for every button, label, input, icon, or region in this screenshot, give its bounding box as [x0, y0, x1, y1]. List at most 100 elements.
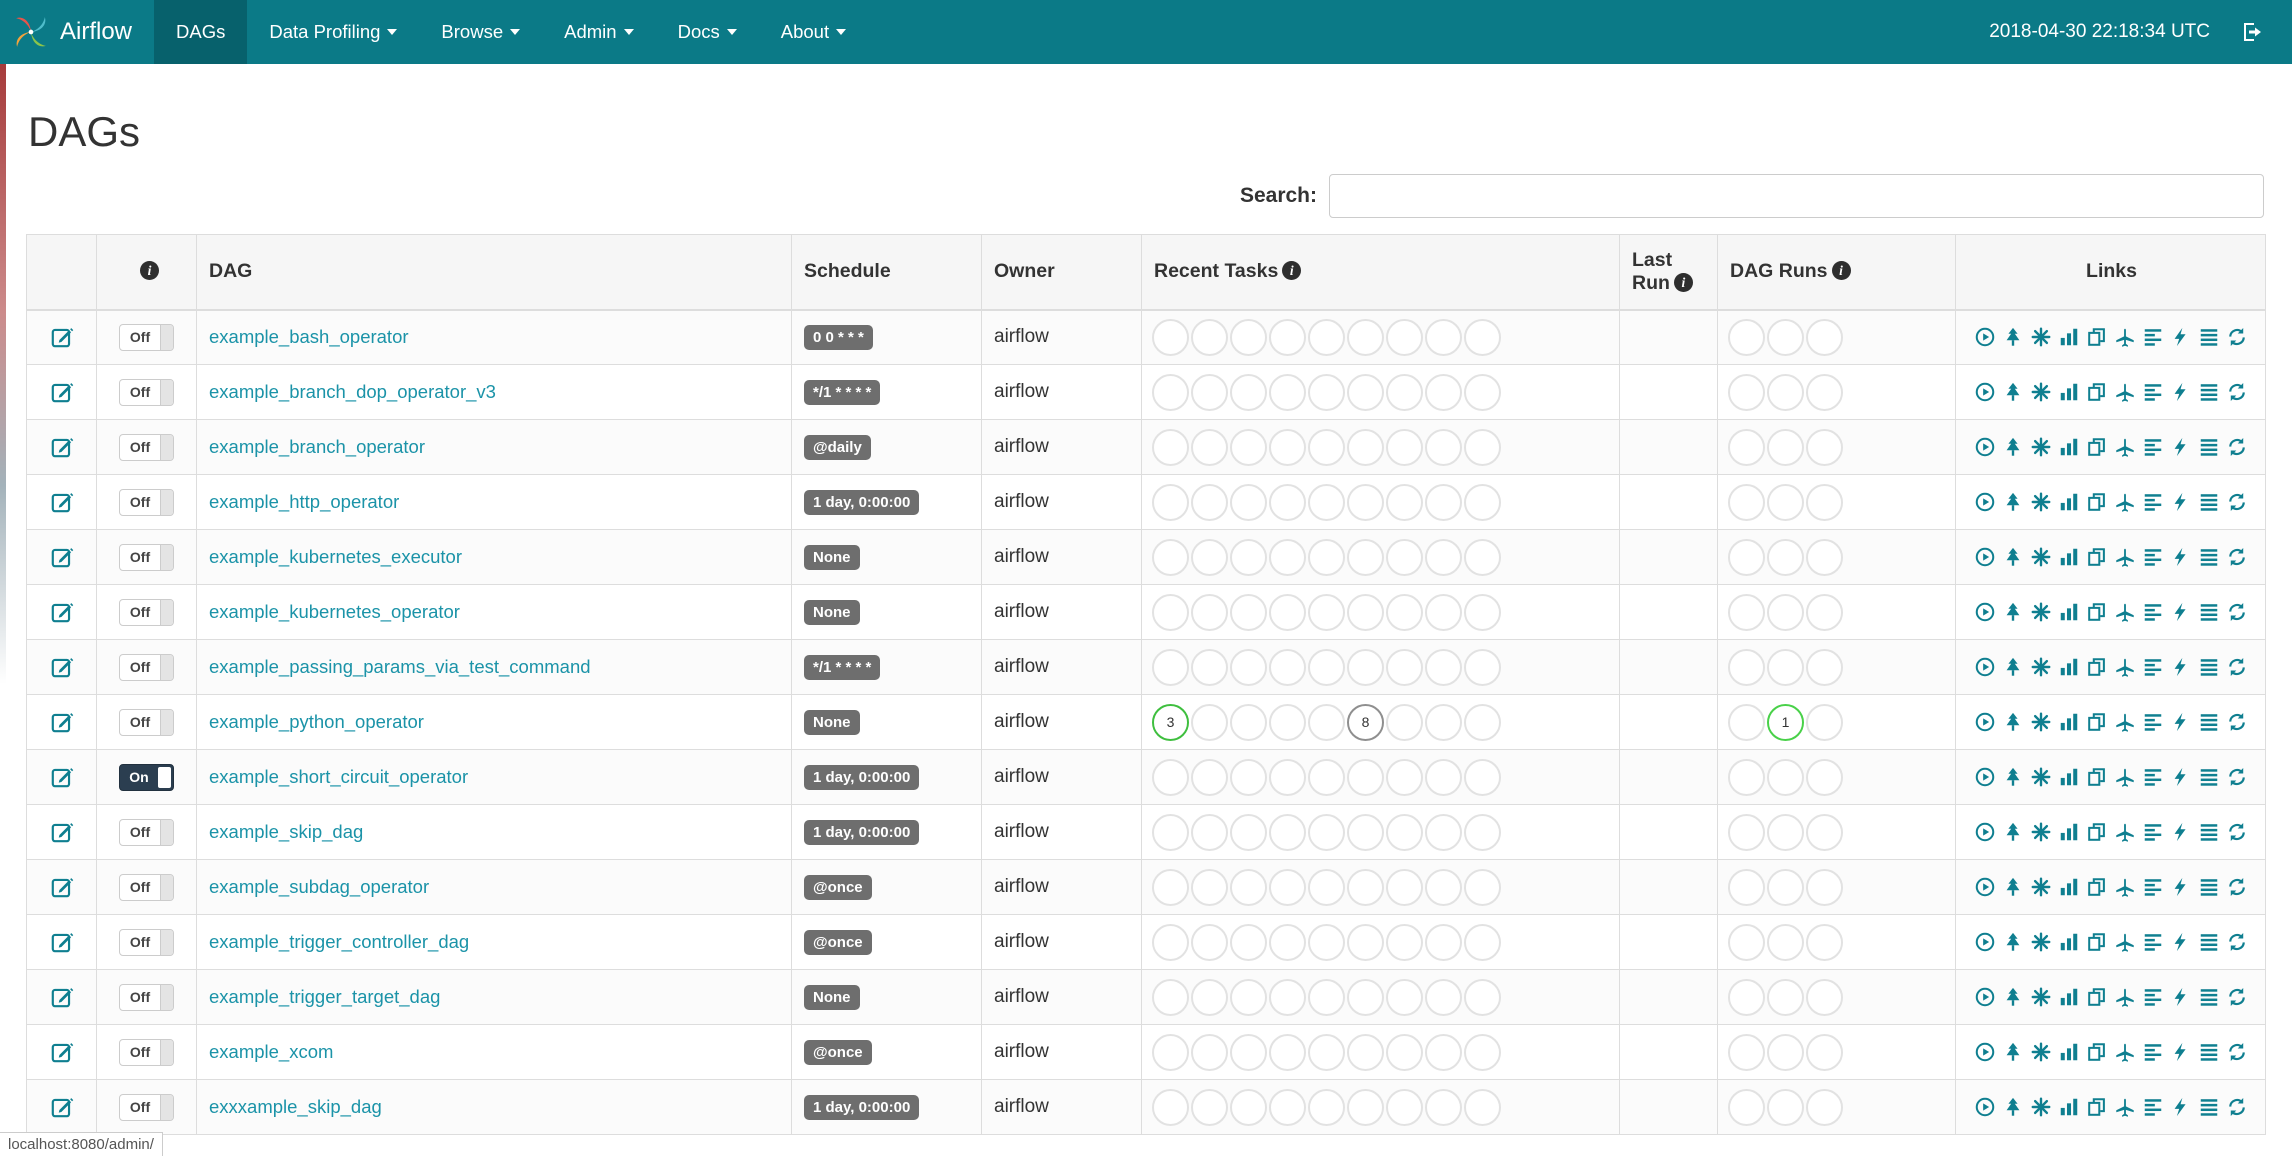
logs-icon[interactable]	[2198, 326, 2220, 348]
code-view-icon[interactable]	[2170, 436, 2192, 458]
trigger-dag-icon[interactable]	[1974, 491, 1996, 513]
graph-view-icon[interactable]	[2030, 1096, 2052, 1118]
edit-dag-icon[interactable]	[49, 1094, 75, 1120]
edit-dag-icon[interactable]	[49, 379, 75, 405]
gantt-icon[interactable]	[2142, 986, 2164, 1008]
task-tries-icon[interactable]	[2086, 546, 2108, 568]
code-view-icon[interactable]	[2170, 1041, 2192, 1063]
code-view-icon[interactable]	[2170, 931, 2192, 953]
tree-view-icon[interactable]	[2002, 546, 2024, 568]
refresh-icon[interactable]	[2226, 931, 2248, 953]
edit-dag-icon[interactable]	[49, 709, 75, 735]
dag-pause-toggle[interactable]: Off	[119, 598, 174, 626]
task-tries-icon[interactable]	[2086, 656, 2108, 678]
edit-dag-icon[interactable]	[49, 324, 75, 350]
gantt-icon[interactable]	[2142, 1096, 2164, 1118]
landing-times-icon[interactable]	[2114, 381, 2136, 403]
landing-times-icon[interactable]	[2114, 766, 2136, 788]
trigger-dag-icon[interactable]	[1974, 436, 1996, 458]
edit-dag-icon[interactable]	[49, 819, 75, 845]
task-duration-icon[interactable]	[2058, 876, 2080, 898]
trigger-dag-icon[interactable]	[1974, 601, 1996, 623]
landing-times-icon[interactable]	[2114, 711, 2136, 733]
task-tries-icon[interactable]	[2086, 1096, 2108, 1118]
trigger-dag-icon[interactable]	[1974, 381, 1996, 403]
edit-dag-icon[interactable]	[49, 434, 75, 460]
landing-times-icon[interactable]	[2114, 491, 2136, 513]
landing-times-icon[interactable]	[2114, 656, 2136, 678]
task-duration-icon[interactable]	[2058, 381, 2080, 403]
dag-pause-toggle[interactable]: Off	[119, 708, 174, 736]
refresh-icon[interactable]	[2226, 491, 2248, 513]
nav-item-browse[interactable]: Browse	[419, 0, 542, 64]
dag-name-link[interactable]: example_bash_operator	[209, 326, 409, 347]
dag-name-link[interactable]: example_trigger_controller_dag	[209, 931, 469, 952]
refresh-icon[interactable]	[2226, 1041, 2248, 1063]
code-view-icon[interactable]	[2170, 876, 2192, 898]
trigger-dag-icon[interactable]	[1974, 931, 1996, 953]
task-tries-icon[interactable]	[2086, 821, 2108, 843]
nav-item-dags[interactable]: DAGs	[154, 0, 248, 64]
edit-dag-icon[interactable]	[49, 984, 75, 1010]
code-view-icon[interactable]	[2170, 821, 2192, 843]
refresh-icon[interactable]	[2226, 326, 2248, 348]
trigger-dag-icon[interactable]	[1974, 546, 1996, 568]
task-tries-icon[interactable]	[2086, 601, 2108, 623]
dag-pause-toggle[interactable]: Off	[119, 653, 174, 681]
dag-pause-toggle[interactable]: Off	[119, 543, 174, 571]
dag-name-link[interactable]: example_http_operator	[209, 491, 399, 512]
refresh-icon[interactable]	[2226, 821, 2248, 843]
refresh-icon[interactable]	[2226, 436, 2248, 458]
landing-times-icon[interactable]	[2114, 986, 2136, 1008]
code-view-icon[interactable]	[2170, 381, 2192, 403]
task-tries-icon[interactable]	[2086, 766, 2108, 788]
dag-pause-toggle[interactable]: Off	[119, 433, 174, 461]
logs-icon[interactable]	[2198, 1096, 2220, 1118]
task-status-circle[interactable]: 8	[1347, 703, 1384, 741]
task-duration-icon[interactable]	[2058, 1096, 2080, 1118]
task-tries-icon[interactable]	[2086, 931, 2108, 953]
dag-name-link[interactable]: example_kubernetes_executor	[209, 546, 462, 567]
task-duration-icon[interactable]	[2058, 821, 2080, 843]
graph-view-icon[interactable]	[2030, 491, 2052, 513]
graph-view-icon[interactable]	[2030, 931, 2052, 953]
tree-view-icon[interactable]	[2002, 1041, 2024, 1063]
code-view-icon[interactable]	[2170, 1096, 2192, 1118]
gantt-icon[interactable]	[2142, 436, 2164, 458]
logout-icon[interactable]	[2240, 20, 2264, 44]
gantt-icon[interactable]	[2142, 766, 2164, 788]
landing-times-icon[interactable]	[2114, 546, 2136, 568]
gantt-icon[interactable]	[2142, 491, 2164, 513]
logs-icon[interactable]	[2198, 656, 2220, 678]
dag-pause-toggle[interactable]: Off	[119, 873, 174, 901]
refresh-icon[interactable]	[2226, 876, 2248, 898]
task-tries-icon[interactable]	[2086, 711, 2108, 733]
logs-icon[interactable]	[2198, 1041, 2220, 1063]
task-tries-icon[interactable]	[2086, 986, 2108, 1008]
landing-times-icon[interactable]	[2114, 1096, 2136, 1118]
edit-dag-icon[interactable]	[49, 654, 75, 680]
code-view-icon[interactable]	[2170, 546, 2192, 568]
dag-name-link[interactable]: example_skip_dag	[209, 821, 363, 842]
nav-item-about[interactable]: About	[759, 0, 868, 64]
gantt-icon[interactable]	[2142, 326, 2164, 348]
tree-view-icon[interactable]	[2002, 326, 2024, 348]
trigger-dag-icon[interactable]	[1974, 766, 1996, 788]
dag-name-link[interactable]: example_branch_dop_operator_v3	[209, 381, 496, 402]
logs-icon[interactable]	[2198, 381, 2220, 403]
dag-name-link[interactable]: example_short_circuit_operator	[209, 766, 468, 787]
task-tries-icon[interactable]	[2086, 491, 2108, 513]
code-view-icon[interactable]	[2170, 656, 2192, 678]
tree-view-icon[interactable]	[2002, 1096, 2024, 1118]
graph-view-icon[interactable]	[2030, 656, 2052, 678]
refresh-icon[interactable]	[2226, 1096, 2248, 1118]
code-view-icon[interactable]	[2170, 986, 2192, 1008]
dag-name-link[interactable]: example_trigger_target_dag	[209, 986, 440, 1007]
gantt-icon[interactable]	[2142, 711, 2164, 733]
graph-view-icon[interactable]	[2030, 381, 2052, 403]
nav-item-docs[interactable]: Docs	[656, 0, 759, 64]
logs-icon[interactable]	[2198, 491, 2220, 513]
task-tries-icon[interactable]	[2086, 381, 2108, 403]
task-duration-icon[interactable]	[2058, 711, 2080, 733]
graph-view-icon[interactable]	[2030, 986, 2052, 1008]
